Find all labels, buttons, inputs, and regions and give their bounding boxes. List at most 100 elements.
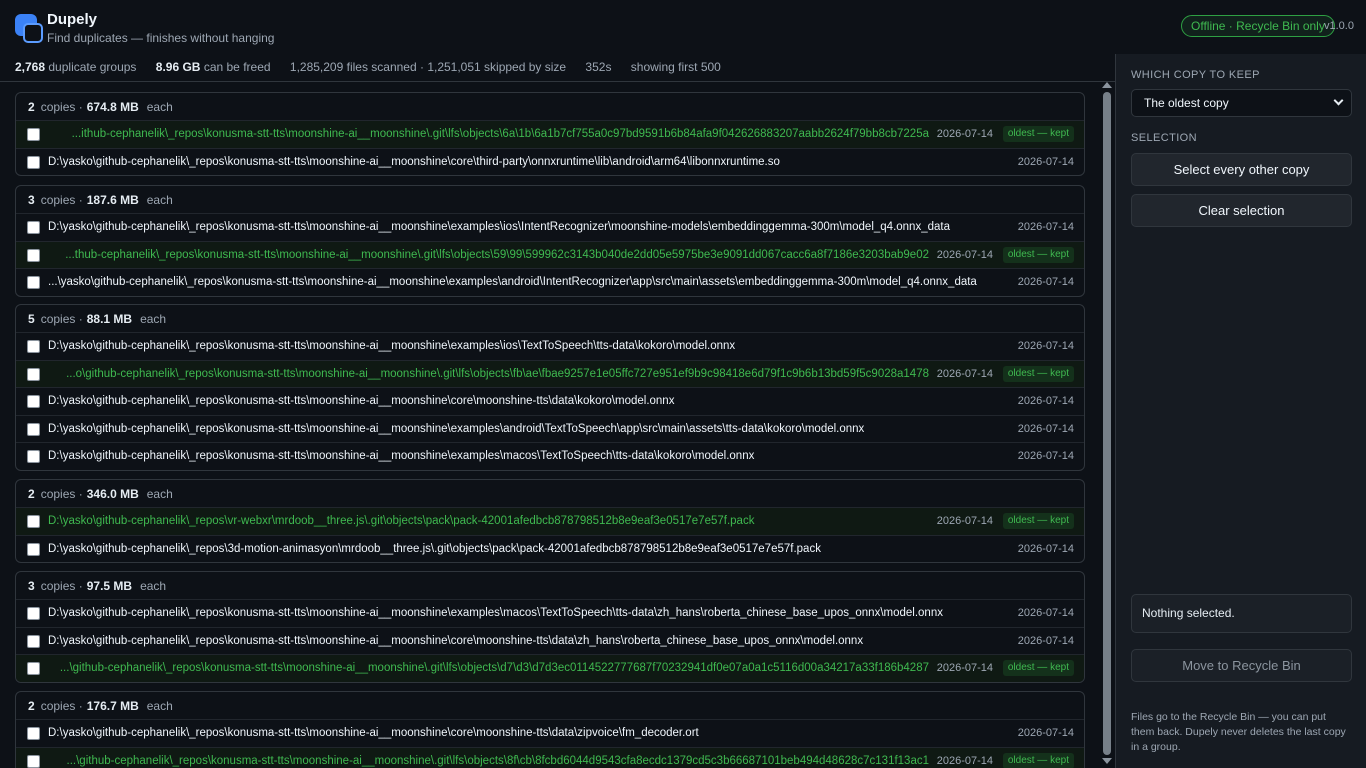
file-select-checkbox[interactable] [27, 155, 40, 169]
duplicate-group: 5 copies · 88.1 MB each D:\yasko\github-ceph… [15, 304, 1085, 471]
file-row[interactable]: ...\github-cephanelik\_repos\konusma-stt… [16, 746, 1084, 768]
file-select-checkbox[interactable] [27, 662, 40, 675]
file-date: 2026-07-14 [1017, 276, 1074, 289]
file-row[interactable]: D:\yasko\github-cephanelik\_repos\konusm… [16, 414, 1084, 443]
file-date: 2026-07-14 [936, 367, 993, 380]
file-row[interactable]: D:\yasko\github-cephanelik\_repos\konusm… [16, 719, 1084, 747]
scroll-down-arrow-icon[interactable] [1102, 758, 1112, 764]
file-path: ...ithub-cephanelik\_repos\konusma-stt-t… [71, 128, 929, 141]
file-row[interactable]: D:\yasko\github-cephanelik\_repos\vr-web… [16, 507, 1084, 535]
file-date: 2026-07-14 [1017, 634, 1074, 647]
move-to-recycle-bin-button[interactable]: Move to Recycle Bin [1131, 649, 1352, 682]
copies-label: copies · [40, 99, 83, 114]
file-select-checkbox[interactable] [27, 395, 40, 408]
file-select-checkbox[interactable] [27, 248, 40, 262]
clear-selection-button[interactable]: Clear selection [1131, 194, 1352, 227]
file-row[interactable]: D:\yasko\github-cephanelik\_repos\konusm… [16, 147, 1084, 176]
header: Dupely Find duplicates — finishes withou… [0, 0, 1366, 54]
file-row[interactable]: D:\yasko\github-cephanelik\_repos\konusm… [16, 387, 1084, 415]
file-row[interactable]: ...\yasko\github-cephanelik\_repos\konus… [16, 268, 1084, 296]
file-select-checkbox[interactable] [27, 221, 40, 234]
each-label: each [146, 698, 173, 713]
group-file-size: 346.0 MB [86, 486, 139, 501]
offline-status-badge: Offline · Recycle Bin only [1181, 15, 1335, 37]
file-row[interactable]: D:\yasko\github-cephanelik\_repos\konusm… [16, 599, 1084, 627]
file-path: D:\yasko\github-cephanelik\_repos\konusm… [48, 395, 675, 408]
file-select-checkbox[interactable] [27, 542, 40, 556]
duplicate-group: 2 copies · 346.0 MB each D:\yasko\github-cep… [15, 479, 1085, 563]
selection-status: Nothing selected. [1131, 594, 1352, 633]
file-date: 2026-07-14 [1017, 340, 1074, 353]
file-date: 2026-07-14 [1017, 422, 1074, 435]
file-row[interactable]: D:\yasko\github-cephanelik\_repos\konusm… [16, 332, 1084, 360]
recycle-bin-note: Files go to the Recycle Bin — you can pu… [1131, 711, 1346, 753]
group-header: 2 copies · 346.0 MB each [16, 480, 1084, 507]
file-row[interactable]: ...\github-cephanelik\_repos\konusma-stt… [16, 654, 1084, 682]
file-row[interactable]: D:\yasko\github-cephanelik\_repos\3d-mot… [16, 534, 1084, 563]
app-logo-icon [15, 14, 43, 43]
duplicate-groups-list[interactable]: 2 copies · 674.8 MB each ...ithub-cephanelik… [0, 82, 1100, 768]
group-copy-count: 3 [28, 578, 35, 593]
file-path: D:\yasko\github-cephanelik\_repos\konusm… [48, 340, 736, 353]
file-date: 2026-07-14 [936, 128, 993, 141]
file-select-checkbox[interactable] [27, 450, 40, 463]
copies-label: copies · [40, 192, 83, 207]
groups-label: duplicate groups [48, 60, 137, 74]
group-file-size: 97.5 MB [86, 578, 133, 593]
group-header: 2 copies · 176.7 MB each [16, 692, 1084, 719]
group-header: 2 copies · 674.8 MB each [16, 93, 1084, 120]
kept-badge: oldest — kept [1002, 660, 1074, 677]
file-date: 2026-07-14 [1017, 542, 1074, 555]
file-path: ...o\github-cephanelik\_repos\konusma-st… [66, 367, 929, 380]
group-file-size: 88.1 MB [86, 311, 133, 326]
file-row[interactable]: D:\yasko\github-cephanelik\_repos\konusm… [16, 626, 1084, 655]
keep-copy-value: The oldest copy [1144, 96, 1229, 110]
file-row[interactable]: D:\yasko\github-cephanelik\_repos\konusm… [16, 442, 1084, 470]
file-row[interactable]: ...ithub-cephanelik\_repos\konusma-stt-t… [16, 120, 1084, 148]
each-label: each [140, 311, 167, 326]
each-label: each [140, 578, 167, 593]
copies-label: copies · [40, 698, 83, 713]
file-path: ...\github-cephanelik\_repos\konusma-stt… [59, 662, 929, 675]
group-copy-count: 2 [28, 486, 35, 501]
file-select-checkbox[interactable] [27, 422, 40, 436]
file-date: 2026-07-14 [1017, 607, 1074, 620]
file-select-checkbox[interactable] [27, 634, 40, 648]
file-date: 2026-07-14 [936, 754, 993, 767]
copies-label: copies · [40, 311, 83, 326]
file-path: ...\yasko\github-cephanelik\_repos\konus… [48, 276, 977, 289]
select-every-other-button[interactable]: Select every other copy [1131, 153, 1352, 186]
file-path: D:\yasko\github-cephanelik\_repos\konusm… [48, 634, 864, 647]
kept-badge: oldest — kept [1002, 246, 1074, 263]
file-path: D:\yasko\github-cephanelik\_repos\konusm… [48, 422, 865, 435]
group-header: 3 copies · 97.5 MB each [16, 572, 1084, 599]
file-row[interactable]: ...o\github-cephanelik\_repos\konusma-st… [16, 359, 1084, 387]
file-select-checkbox[interactable] [27, 340, 40, 353]
file-select-checkbox[interactable] [27, 754, 40, 768]
scroll-up-arrow-icon[interactable] [1102, 82, 1112, 88]
file-path: D:\yasko\github-cephanelik\_repos\konusm… [48, 221, 950, 234]
duplicate-group: 2 copies · 674.8 MB each ...ithub-cephanelik… [15, 92, 1085, 176]
file-select-checkbox[interactable] [27, 128, 40, 141]
file-select-checkbox[interactable] [27, 276, 40, 289]
file-date: 2026-07-14 [1017, 727, 1074, 740]
file-path: D:\yasko\github-cephanelik\_repos\konusm… [48, 155, 780, 168]
file-row[interactable]: D:\yasko\github-cephanelik\_repos\konusm… [16, 213, 1084, 241]
kept-badge: oldest — kept [1002, 513, 1074, 530]
file-select-checkbox[interactable] [27, 515, 40, 528]
each-label: each [146, 192, 173, 207]
keep-copy-select[interactable]: The oldest copy [1131, 89, 1352, 117]
file-row[interactable]: ...thub-cephanelik\_repos\konusma-stt-tt… [16, 240, 1084, 268]
file-date: 2026-07-14 [1017, 221, 1074, 234]
file-select-checkbox[interactable] [27, 367, 40, 381]
scrollbar-thumb[interactable] [1103, 92, 1111, 755]
group-copy-count: 3 [28, 192, 35, 207]
file-date: 2026-07-14 [936, 515, 993, 528]
scan-stats: 2,768 duplicate groups 8.96 GB can be fr… [15, 60, 721, 76]
file-select-checkbox[interactable] [27, 727, 40, 740]
file-select-checkbox[interactable] [27, 607, 40, 620]
group-copy-count: 5 [28, 311, 35, 326]
file-date: 2026-07-14 [1017, 155, 1074, 168]
kept-badge: oldest — kept [1002, 752, 1074, 768]
duplicate-group: 3 copies · 187.6 MB each D:\yasko\github-cep… [15, 185, 1085, 297]
